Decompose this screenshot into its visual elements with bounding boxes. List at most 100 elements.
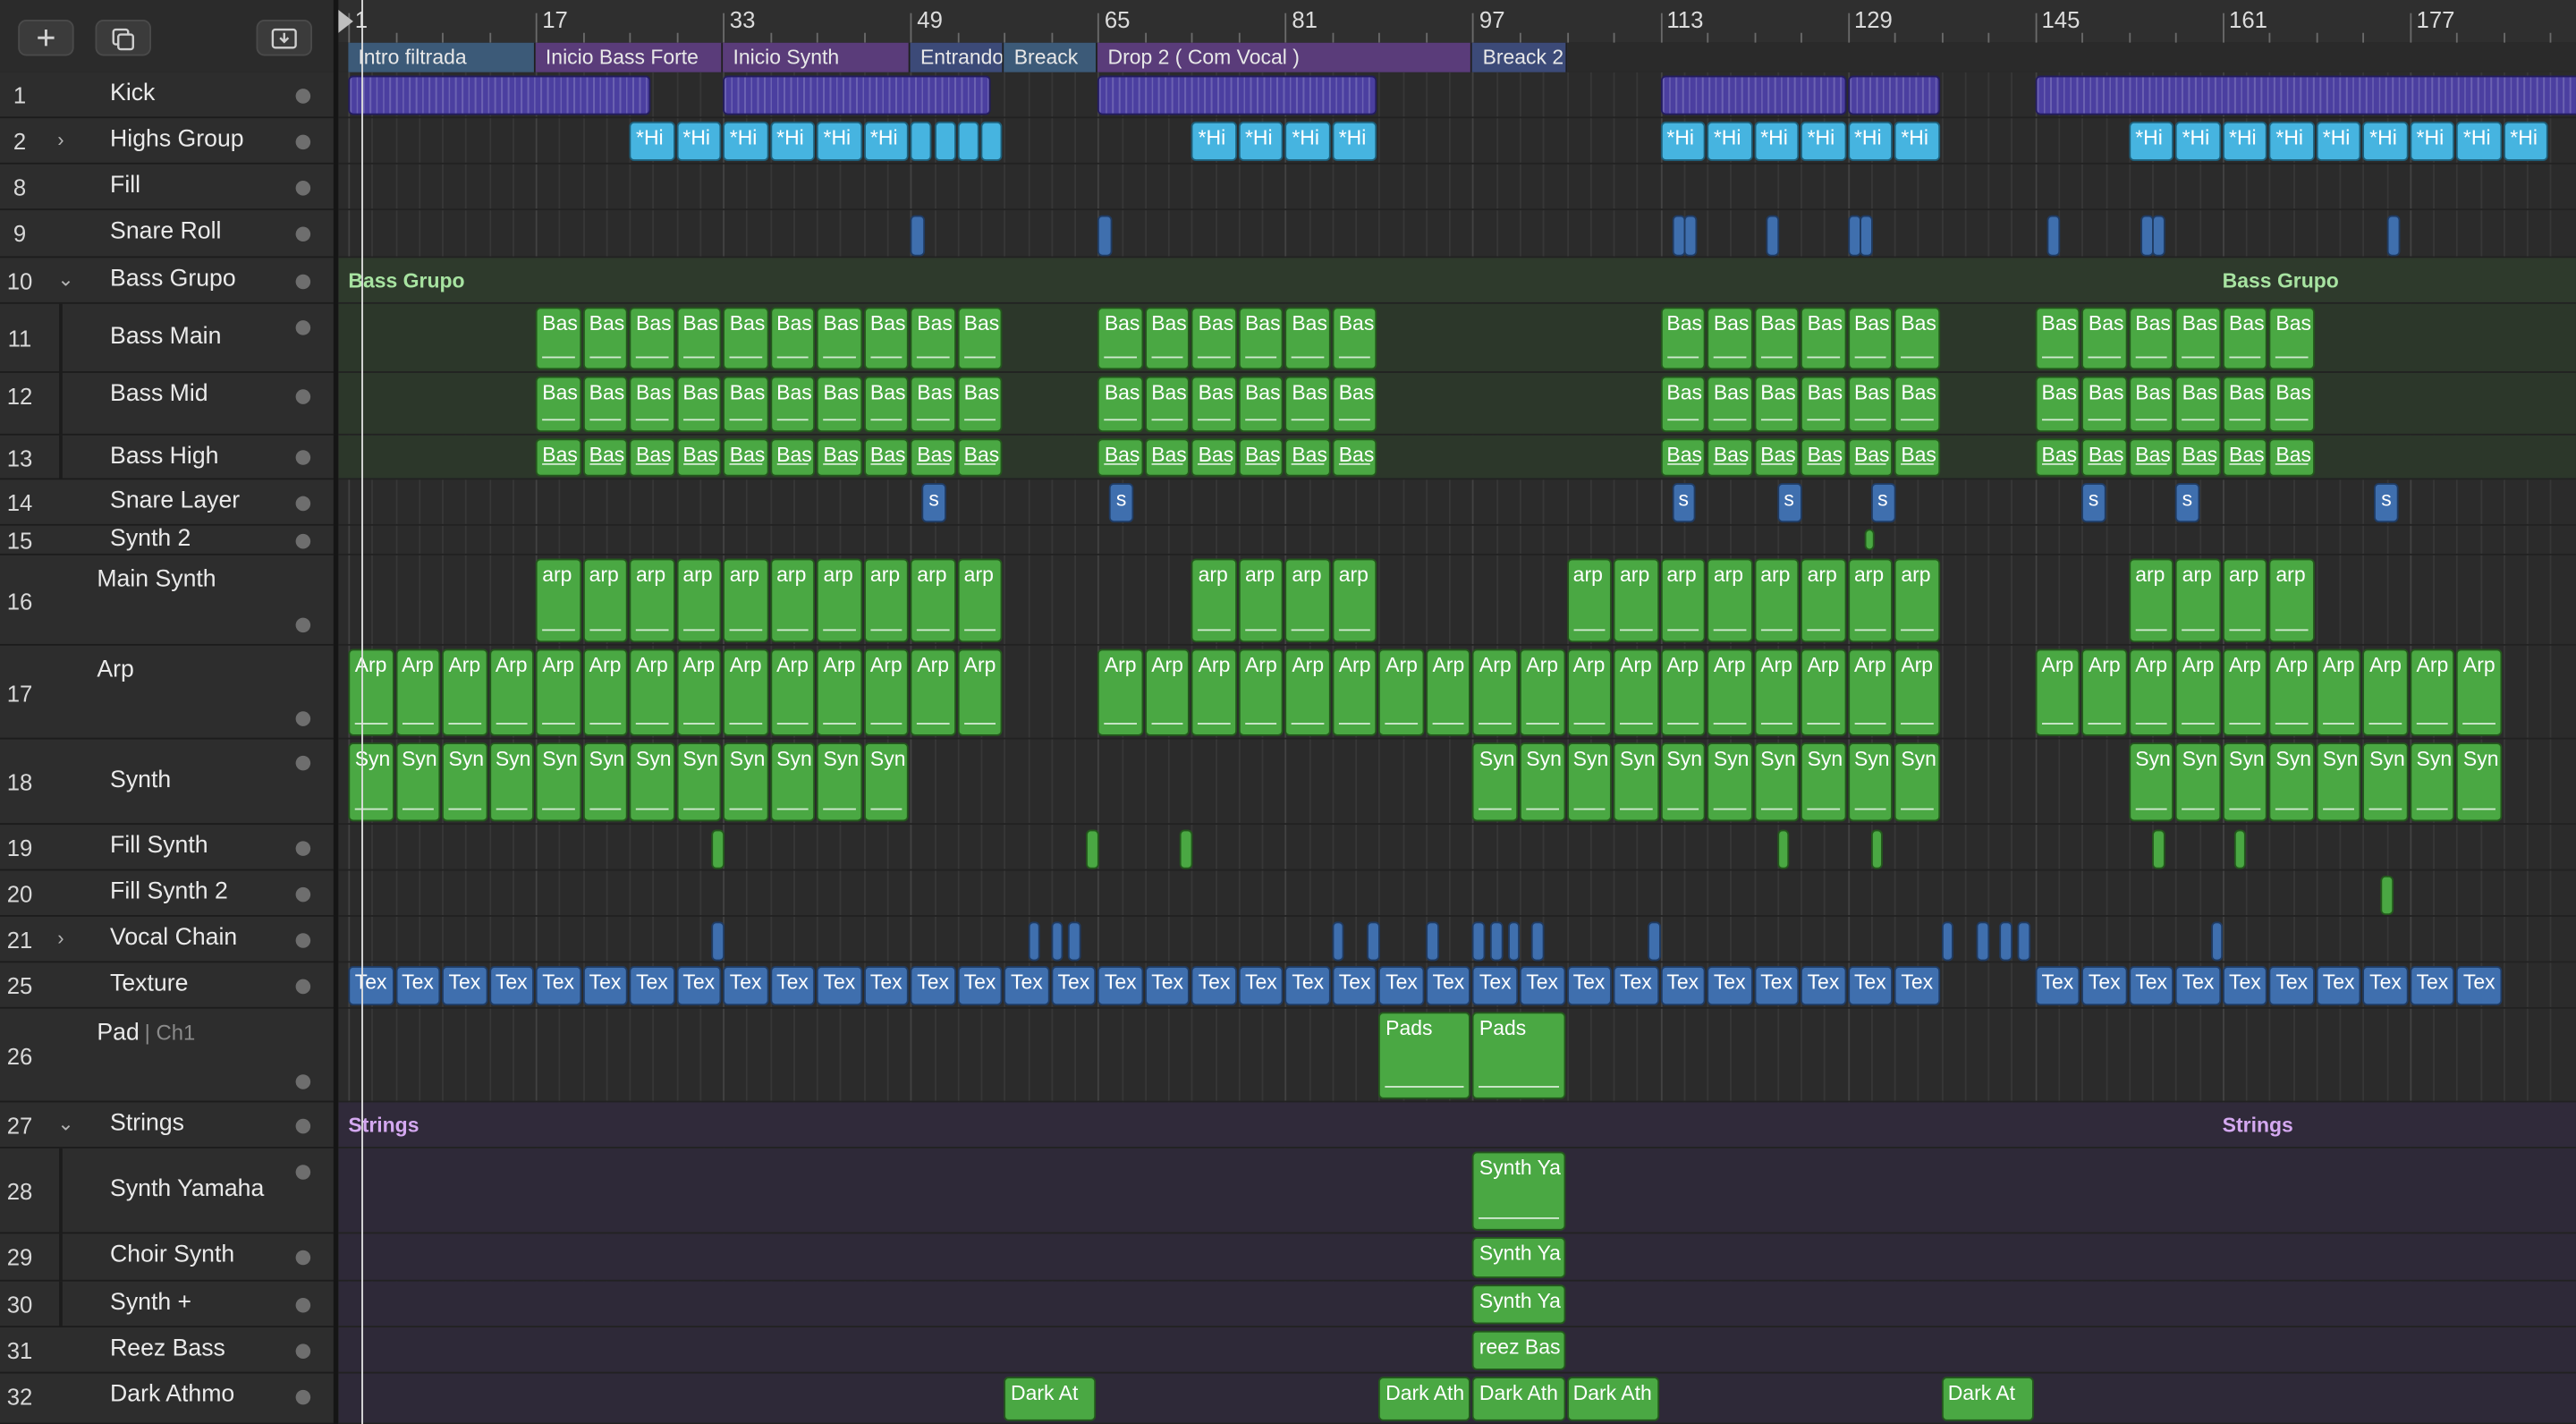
region[interactable]: Bas bbox=[2269, 376, 2315, 433]
track-status-dot[interactable] bbox=[295, 533, 311, 548]
region[interactable]: s bbox=[2374, 482, 2399, 523]
region[interactable]: Bas bbox=[2128, 376, 2174, 433]
track-header-choir-synth[interactable]: 29 Choir Synth bbox=[0, 1233, 334, 1282]
chevron-down-icon[interactable]: ⌄ bbox=[57, 1112, 73, 1135]
region[interactable]: arp bbox=[910, 558, 956, 643]
region[interactable] bbox=[1367, 921, 1380, 962]
region[interactable]: Syn bbox=[2128, 742, 2174, 822]
region[interactable]: Bas bbox=[1285, 438, 1331, 477]
region[interactable]: Tex bbox=[2128, 965, 2174, 1006]
track-header-strings[interactable]: 27 ⌄ Strings bbox=[0, 1102, 334, 1149]
region[interactable]: Bas bbox=[863, 376, 910, 433]
region[interactable]: Bas bbox=[1753, 376, 1800, 433]
track-name[interactable]: Kick bbox=[110, 81, 155, 106]
region[interactable] bbox=[1847, 75, 1940, 115]
region[interactable]: arp bbox=[1191, 558, 1237, 643]
track-header-bass-mid[interactable]: 12 Bass Mid bbox=[0, 372, 334, 436]
region[interactable]: *Hi bbox=[676, 121, 722, 161]
region[interactable]: Bas bbox=[1847, 438, 1894, 477]
region[interactable]: Bas bbox=[1894, 376, 1940, 433]
track-status-dot[interactable] bbox=[295, 225, 311, 242]
region[interactable]: Bas bbox=[769, 307, 816, 370]
region[interactable] bbox=[980, 121, 1003, 161]
region[interactable] bbox=[1068, 921, 1081, 962]
region[interactable] bbox=[1976, 921, 1989, 962]
track-lane[interactable] bbox=[338, 1148, 2576, 1234]
region[interactable]: Syn bbox=[488, 742, 535, 822]
region[interactable]: Arp bbox=[394, 648, 441, 736]
marker[interactable]: Inicio Synth bbox=[723, 42, 911, 72]
region[interactable]: Bas bbox=[1332, 438, 1377, 477]
region[interactable]: Bas bbox=[1097, 376, 1144, 433]
region[interactable]: *Hi bbox=[1332, 121, 1377, 161]
track-status-dot[interactable] bbox=[295, 388, 311, 403]
region[interactable]: arp bbox=[676, 558, 722, 643]
region[interactable]: Tex bbox=[348, 965, 394, 1006]
region[interactable]: Tex bbox=[1004, 965, 1050, 1006]
marker[interactable]: Inicio Bass Forte bbox=[535, 42, 724, 72]
track-header-bass-main[interactable]: 11 Bass Main bbox=[0, 303, 334, 373]
region[interactable] bbox=[1426, 921, 1439, 962]
region[interactable]: *Hi bbox=[1191, 121, 1237, 161]
region[interactable]: arp bbox=[1238, 558, 1284, 643]
region[interactable]: arp bbox=[769, 558, 816, 643]
region[interactable]: Arp bbox=[2035, 648, 2080, 736]
marker[interactable]: Breack 2 bbox=[1472, 42, 1567, 72]
chevron-right-icon[interactable]: › bbox=[57, 927, 64, 950]
region[interactable] bbox=[910, 215, 925, 257]
track-header-fill-synth-2[interactable]: 20 Fill Synth 2 bbox=[0, 870, 334, 917]
track-name[interactable]: Snare Roll bbox=[110, 218, 221, 244]
region[interactable]: Bas bbox=[2175, 376, 2221, 433]
region[interactable]: Tex bbox=[1660, 965, 1706, 1006]
region[interactable] bbox=[1865, 529, 1876, 551]
region[interactable]: Bas bbox=[1238, 438, 1284, 477]
region[interactable]: Arp bbox=[1801, 648, 1846, 736]
region[interactable]: arp bbox=[2269, 558, 2315, 643]
duplicate-track-button[interactable] bbox=[95, 20, 151, 56]
track-header-synth-[interactable]: 30 Synth + bbox=[0, 1281, 334, 1328]
region[interactable]: Bas bbox=[1894, 438, 1940, 477]
region[interactable]: Dark At bbox=[1004, 1377, 1097, 1421]
region[interactable]: Bas bbox=[957, 438, 1003, 477]
track-header-texture[interactable]: 25 Texture bbox=[0, 962, 334, 1009]
region[interactable]: Arp bbox=[1847, 648, 1894, 736]
region[interactable]: Bas bbox=[2081, 438, 2128, 477]
region[interactable]: Tex bbox=[442, 965, 487, 1006]
region[interactable] bbox=[711, 829, 724, 869]
region[interactable]: *Hi bbox=[2456, 121, 2503, 161]
track-lane[interactable] bbox=[338, 210, 2576, 259]
region[interactable]: reez Bas bbox=[1472, 1330, 1565, 1370]
track-lane[interactable] bbox=[338, 1233, 2576, 1282]
region[interactable]: Syn bbox=[2316, 742, 2361, 822]
track-name[interactable]: Synth bbox=[110, 767, 171, 793]
region[interactable]: Tex bbox=[2222, 965, 2268, 1006]
region[interactable]: arp bbox=[2175, 558, 2221, 643]
region[interactable]: Syn bbox=[2410, 742, 2455, 822]
region[interactable] bbox=[2380, 875, 2394, 916]
region[interactable]: Syn bbox=[582, 742, 628, 822]
track-lane[interactable] bbox=[338, 1327, 2576, 1374]
region[interactable]: Bas bbox=[1191, 438, 1237, 477]
region[interactable] bbox=[1531, 921, 1544, 962]
region[interactable] bbox=[1086, 829, 1099, 869]
region[interactable]: Tex bbox=[1472, 965, 1519, 1006]
marker[interactable]: Drop 2 ( Com Vocal ) bbox=[1097, 42, 1473, 72]
track-status-dot[interactable] bbox=[295, 754, 311, 770]
region[interactable]: s bbox=[2175, 482, 2200, 523]
region[interactable]: Tex bbox=[723, 965, 768, 1006]
region[interactable]: Arp bbox=[1472, 648, 1519, 736]
region[interactable]: Tex bbox=[1426, 965, 1471, 1006]
region[interactable]: Bas bbox=[1238, 307, 1284, 370]
region[interactable]: Tex bbox=[1613, 965, 1659, 1006]
region[interactable]: Bas bbox=[2175, 438, 2221, 477]
region[interactable]: arp bbox=[1285, 558, 1331, 643]
region[interactable]: Tex bbox=[2081, 965, 2128, 1006]
region[interactable] bbox=[1765, 215, 1780, 257]
track-header-main-synth[interactable]: 16 Main Synth bbox=[0, 555, 334, 646]
region[interactable]: s bbox=[1777, 482, 1801, 523]
track-status-dot[interactable] bbox=[295, 840, 311, 856]
region[interactable]: Bas bbox=[676, 376, 722, 433]
region[interactable]: Tex bbox=[582, 965, 628, 1006]
region[interactable]: Tex bbox=[1378, 965, 1425, 1006]
region[interactable]: Arp bbox=[1566, 648, 1612, 736]
